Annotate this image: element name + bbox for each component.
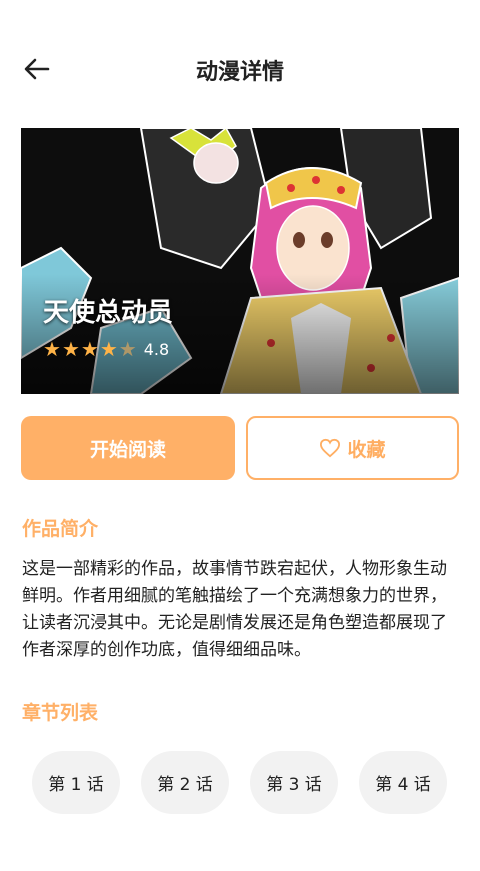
top-bar: 动漫详情	[0, 40, 480, 100]
intro-text: 这是一部精彩的作品，故事情节跌宕起伏，人物形象生动鲜明。作者用细腻的笔触描绘了一…	[22, 559, 447, 660]
start-reading-button[interactable]: 开始阅读	[21, 416, 235, 480]
chapter-list: 第 1 话 第 2 话 第 3 话 第 4 话	[32, 751, 452, 871]
heart-outline-icon	[320, 438, 341, 458]
comic-title: 天使总动员	[43, 298, 174, 328]
rating: ★ ★ ★ ★ ★ 4.8	[43, 338, 169, 360]
page-title: 动漫详情	[195, 60, 284, 85]
chapter-item[interactable]: 第 4 话	[359, 751, 447, 814]
chapter-item[interactable]: 第 3 话	[250, 751, 338, 814]
star-half-icon: ★	[118, 337, 137, 361]
favorite-button[interactable]: 收藏	[246, 416, 459, 480]
chapters-heading: 章节列表	[22, 702, 99, 724]
start-reading-label: 开始阅读	[89, 438, 166, 461]
chapter-item[interactable]: 第 1 话	[32, 751, 120, 814]
star-icon: ★	[99, 337, 118, 361]
rating-value: 4.8	[143, 339, 170, 359]
chapter-item[interactable]: 第 2 话	[141, 751, 229, 814]
intro-heading: 作品简介	[22, 518, 99, 540]
star-icon: ★	[80, 337, 99, 361]
star-icon: ★	[43, 337, 61, 361]
favorite-label: 收藏	[347, 438, 386, 461]
star-icon: ★	[61, 337, 80, 361]
cover-image: 天使总动员 ★ ★ ★ ★ ★ 4.8	[21, 128, 459, 394]
